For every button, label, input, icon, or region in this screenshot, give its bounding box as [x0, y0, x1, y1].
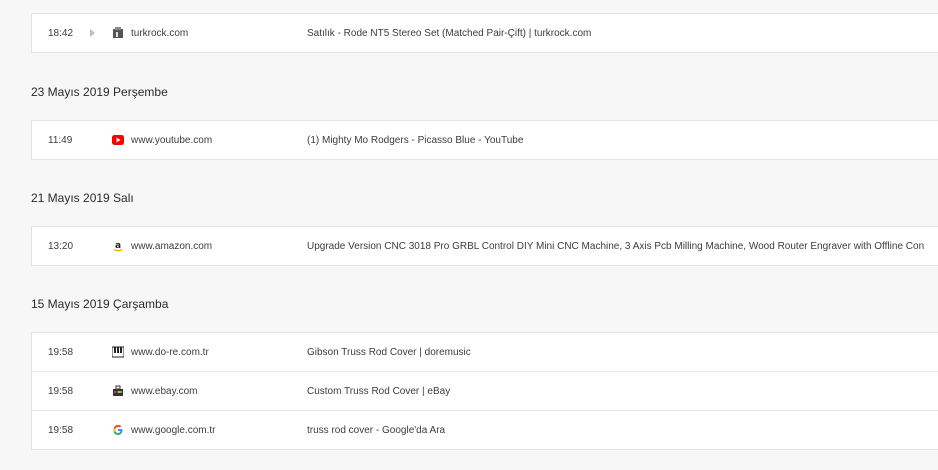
history-row[interactable]: 13:20 a www.amazon.com Upgrade Version C… [32, 227, 938, 265]
history-row[interactable]: 18:42 turkrock.com Satılık - Rode NT5 St… [32, 14, 938, 52]
history-row[interactable]: 19:58 www.ebay.com Custom Truss Rod Cove… [32, 372, 938, 411]
site-domain[interactable]: www.google.com.tr [131, 425, 215, 436]
visit-time: 13:20 [48, 240, 74, 252]
visit-time: 19:58 [48, 385, 74, 397]
site-domain[interactable]: www.amazon.com [131, 241, 212, 252]
ebay-icon [112, 385, 124, 397]
history-row[interactable]: 11:49 www.youtube.com (1) Mighty Mo Rodg… [32, 121, 938, 159]
page-title-link[interactable]: Custom Truss Rod Cover | eBay [307, 386, 450, 397]
visit-time: 11:49 [48, 134, 73, 146]
do-re-icon [112, 346, 124, 358]
site-domain[interactable]: turkrock.com [131, 28, 188, 39]
history-card: 11:49 www.youtube.com (1) Mighty Mo Rodg… [31, 120, 938, 160]
svg-text:a: a [115, 241, 121, 251]
page-title-link[interactable]: Satılık - Rode NT5 Stereo Set (Matched P… [307, 28, 591, 39]
history-card: 13:20 a www.amazon.com Upgrade Version C… [31, 226, 938, 266]
history-row[interactable]: 19:58 www.do-re.com.tr Gibson Truss Rod … [32, 333, 938, 372]
history-card-top: 18:42 turkrock.com Satılık - Rode NT5 St… [31, 13, 938, 53]
date-header: 23 Mayıs 2019 Perşembe [31, 85, 168, 99]
site-domain[interactable]: www.do-re.com.tr [131, 347, 209, 358]
turkrock-favicon-icon [112, 27, 124, 39]
history-row[interactable]: 19:58 www.google.com.tr truss rod cover … [32, 411, 938, 449]
chevron-right-icon[interactable] [90, 29, 95, 37]
page-title-link[interactable]: Gibson Truss Rod Cover | doremusic [307, 347, 471, 358]
page-title-link[interactable]: (1) Mighty Mo Rodgers - Picasso Blue - Y… [307, 135, 523, 146]
page-title-link[interactable]: truss rod cover - Google'da Ara [307, 425, 445, 436]
date-header: 15 Mayıs 2019 Çarşamba [31, 297, 169, 311]
date-header: 21 Mayıs 2019 Salı [31, 191, 134, 205]
visit-time: 18:42 [48, 27, 74, 39]
youtube-icon [112, 134, 124, 146]
site-domain[interactable]: www.youtube.com [131, 135, 212, 146]
visit-time: 19:58 [48, 424, 74, 436]
history-card: 19:58 www.do-re.com.tr Gibson Truss Rod … [31, 332, 938, 450]
google-icon [112, 424, 124, 436]
site-domain[interactable]: www.ebay.com [131, 386, 198, 397]
visit-time: 19:58 [48, 346, 74, 358]
amazon-icon: a [112, 240, 124, 252]
page-title-link[interactable]: Upgrade Version CNC 3018 Pro GRBL Contro… [307, 241, 924, 252]
